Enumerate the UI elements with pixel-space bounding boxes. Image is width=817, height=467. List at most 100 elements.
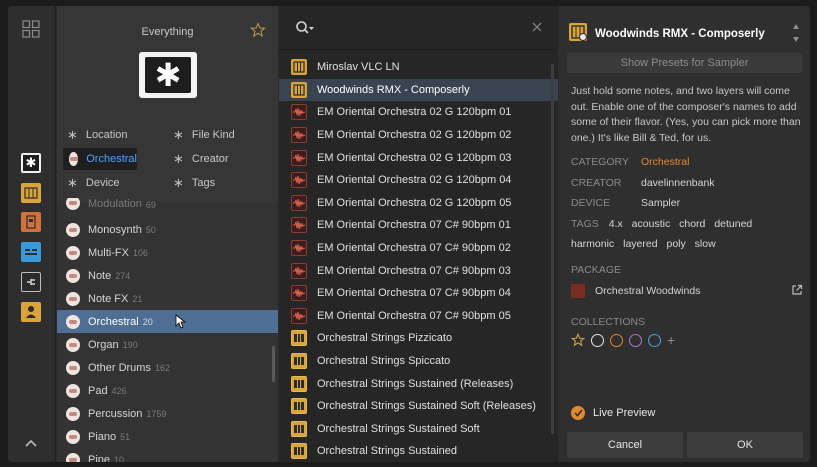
collection-blue-icon[interactable] <box>648 333 661 347</box>
list-item-selected[interactable]: Orchestral 20 <box>57 310 278 333</box>
list-item[interactable]: Note 274 <box>57 264 278 287</box>
audio-fx-category-icon[interactable] <box>21 212 41 232</box>
tag[interactable]: 4.x <box>609 218 623 230</box>
asterisk-icon: ∗ <box>173 175 184 190</box>
tag[interactable]: poly <box>666 238 685 250</box>
external-link-icon[interactable] <box>791 284 803 296</box>
result-row[interactable]: EM Oriental Orchestra 02 G 120bpm 05 <box>279 192 558 215</box>
category-icon <box>66 383 80 398</box>
result-row[interactable]: Orchestral Strings Sustained Soft (Relea… <box>279 395 558 418</box>
result-row-selected[interactable]: Woodwinds RMX - Composerly <box>279 78 558 102</box>
modulator-category-icon[interactable] <box>21 242 41 262</box>
asterisk-icon: ∗ <box>173 127 184 142</box>
star-icon[interactable] <box>571 333 585 347</box>
show-presets-button[interactable]: Show Presets for Sampler <box>567 53 802 73</box>
result-row[interactable]: Miroslav VLC LN <box>279 56 558 79</box>
preset-icon <box>291 443 307 460</box>
chip-tags[interactable]: ∗ Tags <box>173 172 215 194</box>
chip-creator[interactable]: ∗ Creator <box>173 148 229 170</box>
result-row[interactable]: EM Oriental Orchestra 02 G 120bpm 02 <box>279 124 558 147</box>
result-row[interactable]: EM Oriental Orchestra 07 C# 90bpm 01 <box>279 214 558 237</box>
category-rail: ✱ <box>8 6 56 462</box>
add-collection-icon[interactable]: + <box>667 332 675 348</box>
everything-filter-icon[interactable]: ✱ <box>21 153 41 173</box>
result-label: EM Oriental Orchestra 07 C# 90bpm 01 <box>317 219 511 232</box>
creator-row: CREATOR davelinnenbank <box>571 177 715 189</box>
chip-device[interactable]: ∗ Device <box>67 172 120 194</box>
category-icon <box>66 198 80 210</box>
result-row[interactable]: EM Oriental Orchestra 02 G 120bpm 01 <box>279 101 558 124</box>
sort-arrows-icon[interactable] <box>792 22 800 44</box>
tag[interactable]: harmonic <box>571 238 614 250</box>
chevron-up-icon[interactable] <box>22 436 40 450</box>
result-row[interactable]: EM Oriental Orchestra 07 C# 90bpm 04 <box>279 282 558 305</box>
list-item[interactable]: Pad 426 <box>57 379 278 402</box>
collection-purple-icon[interactable] <box>629 333 642 347</box>
tag[interactable]: slow <box>695 238 716 250</box>
list-item[interactable]: Organ 190 <box>57 333 278 356</box>
filter-panel: Everything ✱ ∗ Location ∗ File Kind Orches… <box>57 6 278 462</box>
list-item[interactable]: Pipe 10 <box>57 448 278 462</box>
audio-clip-icon <box>291 127 307 144</box>
list-item[interactable]: Percussion 1759 <box>57 402 278 425</box>
result-label: EM Oriental Orchestra 07 C# 90bpm 03 <box>317 264 511 277</box>
tag[interactable]: acoustic <box>632 218 671 230</box>
tag[interactable]: detuned <box>714 218 752 230</box>
device-value[interactable]: Sampler <box>641 197 680 209</box>
result-row[interactable]: Orchestral Strings Spiccato <box>279 350 558 373</box>
device-row: DEVICE Sampler <box>571 197 681 209</box>
chip-location[interactable]: ∗ Location <box>67 124 128 146</box>
orchestral-icon <box>69 152 79 166</box>
instrument-icon <box>291 59 307 76</box>
grid-view-icon[interactable] <box>22 20 40 38</box>
category-list: Modulation 69 Monosynth 50 Multi-FX 106 Not… <box>57 198 278 462</box>
results-panel: Miroslav VLC LN Woodwinds RMX - Composerl… <box>279 6 558 462</box>
result-row[interactable]: EM Oriental Orchestra 07 C# 90bpm 05 <box>279 305 558 328</box>
result-row[interactable]: Orchestral Strings Sustained Soft <box>279 418 558 441</box>
result-row[interactable]: EM Oriental Orchestra 07 C# 90bpm 03 <box>279 259 558 282</box>
result-row[interactable]: EM Oriental Orchestra 02 G 120bpm 03 <box>279 146 558 169</box>
cancel-button[interactable]: Cancel <box>567 432 683 458</box>
category-icon <box>66 222 80 237</box>
close-icon[interactable] <box>532 22 542 32</box>
collection-orange-icon[interactable] <box>610 333 623 347</box>
result-row[interactable]: Orchestral Strings Sustained (Releases) <box>279 372 558 395</box>
result-row[interactable]: Orchestral Strings Pizzicato <box>279 327 558 350</box>
category-link[interactable]: Orchestral <box>641 156 689 168</box>
scrollbar[interactable] <box>551 64 554 434</box>
result-row[interactable]: Orchestral Strings Sustained <box>279 440 558 462</box>
list-item[interactable]: Other Drums 162 <box>57 356 278 379</box>
creator-value[interactable]: davelinnenbank <box>641 177 715 189</box>
list-item[interactable]: Modulation 69 <box>57 198 278 210</box>
user-category-icon[interactable] <box>21 302 41 322</box>
scrollbar[interactable] <box>272 346 275 382</box>
chip-category[interactable]: Orchestral <box>63 148 137 170</box>
search-bar[interactable] <box>279 6 558 50</box>
result-row[interactable]: EM Oriental Orchestra 07 C# 90bpm 02 <box>279 237 558 260</box>
results-list: Miroslav VLC LN Woodwinds RMX - Composerl… <box>279 56 558 462</box>
preset-icon <box>291 375 307 392</box>
audio-clip-icon <box>291 307 307 324</box>
result-row[interactable]: EM Oriental Orchestra 02 G 120bpm 04 <box>279 169 558 192</box>
chip-file-kind[interactable]: ∗ File Kind <box>173 124 235 146</box>
package-row[interactable]: Orchestral Woodwinds <box>571 282 803 300</box>
list-item[interactable]: Multi-FX 106 <box>57 241 278 264</box>
search-icon[interactable] <box>295 20 315 36</box>
preset-icon <box>291 420 307 437</box>
list-item[interactable]: Note FX 21 <box>57 287 278 310</box>
list-item[interactable]: Monosynth 50 <box>57 218 278 241</box>
tag[interactable]: chord <box>679 218 705 230</box>
plugin-category-icon[interactable] <box>21 272 41 292</box>
instrument-category-icon[interactable] <box>21 183 41 203</box>
list-item[interactable]: Piano 51 <box>57 425 278 448</box>
tag[interactable]: layered <box>623 238 657 250</box>
star-icon[interactable] <box>250 22 266 38</box>
category-icon <box>66 268 80 283</box>
collection-white-icon[interactable] <box>591 333 604 347</box>
audio-clip-icon <box>291 149 307 166</box>
category-icon <box>66 245 80 260</box>
category-icon <box>66 337 80 352</box>
browser-window: ✱ Everything ✱ ∗ Location ∗ File Kind Or… <box>8 6 810 462</box>
live-preview-toggle[interactable]: Live Preview <box>571 406 655 420</box>
ok-button[interactable]: OK <box>687 432 803 458</box>
